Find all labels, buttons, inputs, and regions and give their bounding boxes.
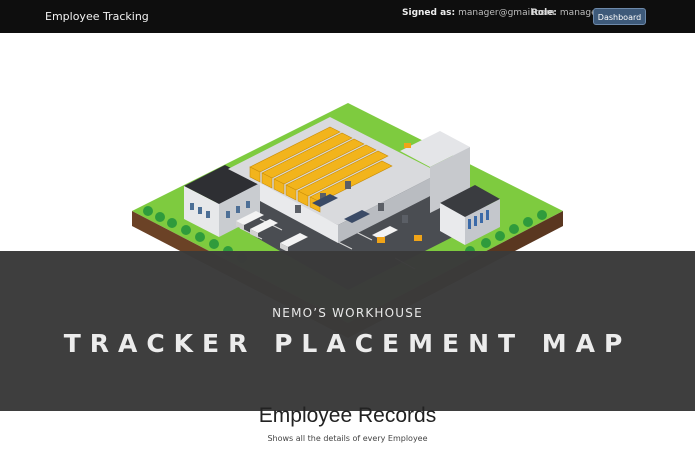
dashboard-button[interactable]: Dashboard xyxy=(593,8,646,25)
records-heading: Employee Records xyxy=(258,404,437,427)
navbar-brand[interactable]: Employee Tracking xyxy=(45,10,149,23)
navbar: Employee Tracking Signed as: manager@gmai… xyxy=(0,0,695,33)
signed-label: Signed as: xyxy=(402,8,456,18)
hero-title: TRACKER PLACEMENT MAP xyxy=(63,329,632,358)
hero-subtitle: NEMO’S WORKHOUSE xyxy=(272,306,423,320)
role-label: Role: xyxy=(531,8,557,18)
role-info: Role: manager xyxy=(531,8,600,18)
records-subheading: Shows all the details of every Employee xyxy=(267,434,428,443)
